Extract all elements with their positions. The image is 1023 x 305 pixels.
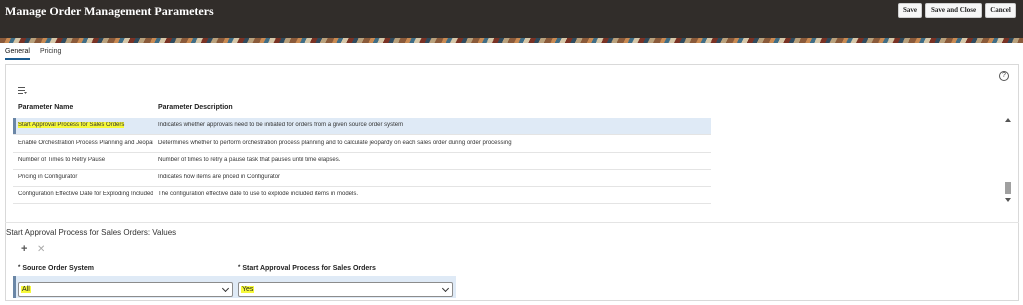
add-icon[interactable]: + xyxy=(21,244,27,255)
tab-general[interactable]: General xyxy=(5,48,30,60)
values-section-title: Start Approval Process for Sales Orders:… xyxy=(6,228,177,237)
page-title: Manage Order Management Parameters xyxy=(5,4,214,18)
source-order-system-select[interactable]: All xyxy=(18,282,233,297)
table-row[interactable]: Start Approval Process for Sales Orders … xyxy=(13,118,711,135)
delete-icon[interactable]: ✕ xyxy=(37,244,45,255)
parameter-description: Number of times to retry a pause task th… xyxy=(158,157,341,163)
column-header-parameter-name[interactable]: Parameter Name xyxy=(18,104,73,111)
table-row[interactable]: Number of Times to Retry Pause Number of… xyxy=(13,153,711,170)
required-marker: * xyxy=(238,265,241,271)
chevron-down-icon xyxy=(441,284,450,293)
table-scrollbar[interactable] xyxy=(1004,118,1013,204)
scroll-thumb[interactable] xyxy=(1005,182,1011,194)
table-row[interactable]: Configuration Effective Date for Explodi… xyxy=(13,187,711,204)
column-header-parameter-description[interactable]: Parameter Description xyxy=(158,104,233,111)
parameter-description: Determines whether to perform orchestrat… xyxy=(158,140,512,146)
column-header-source-order-system[interactable]: * Source Order System xyxy=(18,265,94,272)
tab-pricing[interactable]: Pricing xyxy=(40,48,61,55)
column-header-start-approval[interactable]: * Start Approval Process for Sales Orders xyxy=(238,265,376,272)
page-header: Manage Order Management Parameters Save … xyxy=(0,0,1023,38)
selected-row-marker xyxy=(13,118,16,134)
start-approval-select[interactable]: Yes xyxy=(238,282,453,297)
view-menu-icon[interactable] xyxy=(18,87,27,95)
scroll-up-icon[interactable] xyxy=(1005,118,1011,122)
save-and-close-button[interactable]: Save and Close xyxy=(925,3,982,18)
chevron-down-icon xyxy=(221,284,230,293)
parameter-description: Indicates how items are priced in Config… xyxy=(158,174,281,180)
section-divider xyxy=(5,222,1019,223)
cancel-button[interactable]: Cancel xyxy=(985,3,1016,18)
start-approval-value: Yes xyxy=(241,286,255,293)
source-order-system-value: All xyxy=(21,286,31,293)
parameter-description: Indicates whether approvals need to be i… xyxy=(158,122,404,128)
scroll-down-icon[interactable] xyxy=(1005,198,1011,202)
table-row[interactable]: Enable Orchestration Process Planning an… xyxy=(13,136,711,153)
parameter-name: Number of Times to Retry Pause xyxy=(18,157,106,163)
required-marker: * xyxy=(18,265,21,271)
parameter-name: Pricing in Configurator xyxy=(18,174,78,180)
save-button[interactable]: Save xyxy=(898,3,922,18)
selected-row-marker xyxy=(13,276,16,298)
parameter-name: Configuration Effective Date for Explodi… xyxy=(18,191,153,197)
parameter-description: The configuration effective date to use … xyxy=(158,191,359,197)
parameter-name: Start Approval Process for Sales Orders xyxy=(18,122,125,128)
table-row[interactable]: Pricing in Configurator Indicates how it… xyxy=(13,170,711,187)
help-icon[interactable]: ? xyxy=(999,71,1009,81)
parameter-name: Enable Orchestration Process Planning an… xyxy=(18,140,153,146)
tab-bar: General Pricing xyxy=(0,43,1023,62)
